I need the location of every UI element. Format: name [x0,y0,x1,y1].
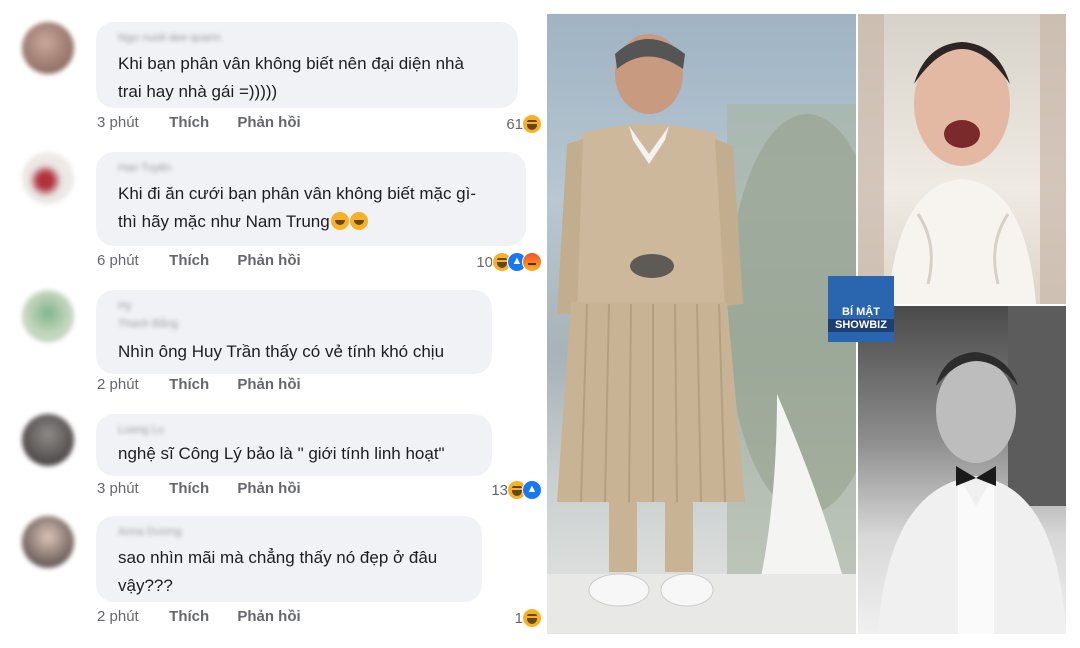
avatar[interactable] [22,22,74,74]
comment-actions: 3 phút Thích Phản hồi 13 ▲ [97,480,542,500]
watermark-line2: SHOWBIZ [828,319,894,332]
commenter-name-blurred[interactable]: Hy [118,300,474,314]
bride-photo [858,14,1066,304]
reaction-count: 10 [476,253,493,271]
comment-text: sao nhìn mãi mà chẳng thấy nó đẹp ở đâu … [118,548,438,595]
comment-time[interactable]: 3 phút [97,480,165,497]
comment-bubble: Hy Thanh Bằng Nhìn ông Huy Trần thấy có … [96,290,492,374]
haha-reaction-icon [522,608,542,628]
commenter-name-blurred[interactable]: Thanh Bằng [118,318,474,332]
like-button[interactable]: Thích [169,608,233,625]
comment-text: nghệ sĩ Công Lý bảo là " giới tính linh … [118,444,445,463]
groom-illustration [878,306,1066,634]
comment-list: Ngư nuoli dee quann Khi bạn phân vân khô… [0,0,545,648]
reaction-summary[interactable]: 13 ▲ [491,480,542,500]
comment-text: Khi bạn phân vân không biết nên đại diện… [118,54,464,101]
guest-illustration [547,34,856,634]
avatar[interactable] [22,290,74,342]
like-button[interactable]: Thích [169,114,233,131]
comment-time[interactable]: 3 phút [97,114,165,131]
like-button[interactable]: Thích [169,376,233,393]
bride-illustration [858,14,1066,304]
reply-button[interactable]: Phản hồi [237,480,300,497]
comment-actions: 6 phút Thích Phản hồi 10 ▲ [97,252,542,272]
comment-bubble: Ngư nuoli dee quann Khi bạn phân vân khô… [96,22,518,108]
comment-time[interactable]: 2 phút [97,608,165,625]
comment-bubble: Anna Dương sao nhìn mãi mà chẳng thấy nó… [96,516,482,602]
like-button[interactable]: Thích [169,480,233,497]
comment-bubble: Luong Lu nghệ sĩ Công Lý bảo là " giới t… [96,414,492,476]
reaction-summary[interactable]: 10 ▲ [476,252,542,272]
comment-bubble: Hạo Tuyên Khi đi ăn cưới bạn phân vân kh… [96,152,526,246]
comment-text: Khi đi ăn cưới bạn phân vân không biết m… [118,184,477,231]
watermark-badge: BÍ MẬT SHOWBIZ [828,276,894,342]
commenter-name-blurred[interactable]: Ngư nuoli dee quann [118,32,500,46]
avatar[interactable] [22,516,74,568]
comment-text: Nhìn ông Huy Trần thấy có vẻ tính khó ch… [118,342,445,361]
commenter-name-blurred[interactable]: Luong Lu [118,424,474,438]
rofl-emoji-icon [349,212,368,230]
comment-time[interactable]: 2 phút [97,376,165,393]
commenter-name-blurred[interactable]: Anna Dương [118,526,464,540]
haha-reaction-icon [522,114,542,134]
reply-button[interactable]: Phản hồi [237,114,300,131]
reaction-summary[interactable]: 1 [515,608,542,628]
reply-button[interactable]: Phản hồi [237,376,300,393]
comment-actions: 3 phút Thích Phản hồi 61 [97,114,542,134]
comment-actions: 2 phút Thích Phản hồi [97,376,542,393]
like-button[interactable]: Thích [169,252,233,269]
commenter-name-blurred[interactable]: Hạo Tuyên [118,162,508,176]
reaction-summary[interactable]: 61 [506,114,542,134]
comment-time[interactable]: 6 phút [97,252,165,269]
comment-actions: 2 phút Thích Phản hồi 1 [97,608,542,628]
angry-reaction-icon [522,252,542,272]
like-reaction-icon: ▲ [522,480,542,500]
avatar[interactable] [22,414,74,466]
avatar[interactable] [22,152,74,204]
reply-button[interactable]: Phản hồi [237,608,300,625]
reply-button[interactable]: Phản hồi [237,252,300,269]
reaction-count: 61 [506,115,523,133]
watermark-line1: BÍ MẬT [842,306,880,318]
rofl-emoji-icon [330,212,349,230]
groom-photo [858,306,1066,634]
reaction-count: 13 [491,481,508,499]
wedding-guest-photo [547,14,856,634]
